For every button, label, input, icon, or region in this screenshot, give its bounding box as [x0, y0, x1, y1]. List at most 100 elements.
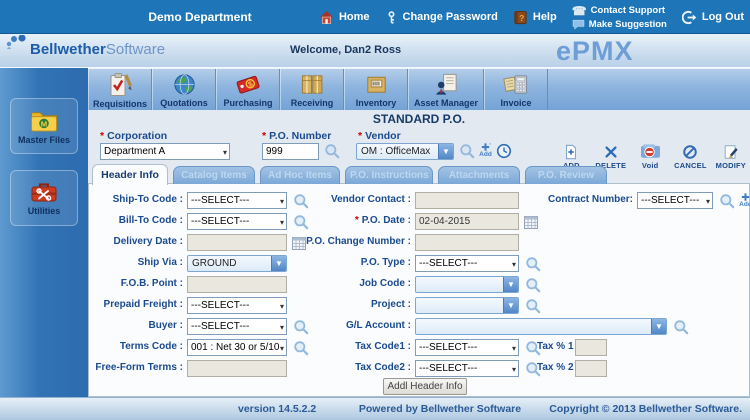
- job-code-lookup-magnifier-icon[interactable]: [525, 277, 541, 293]
- po-date-label: * P.O. Date :: [354, 215, 411, 226]
- gl-account-combo[interactable]: ▼: [415, 318, 667, 335]
- vendor-contact-label: Vendor Contact :: [330, 194, 411, 205]
- terms-code-label: Terms Code :: [119, 341, 183, 352]
- tab-attachments[interactable]: Attachments: [438, 166, 520, 184]
- support-suggestion-stack: ☎ Contact Support Make Suggestion: [572, 5, 667, 30]
- required-asterisk: *: [262, 130, 267, 142]
- change-password-button[interactable]: Change Password: [385, 10, 498, 25]
- tax-percent1-field: [575, 339, 607, 356]
- contract-number-select[interactable]: ---SELECT--- ▾: [637, 192, 713, 209]
- home-button[interactable]: Home: [319, 10, 370, 25]
- delete-x-icon: [603, 144, 619, 160]
- fob-point-label: F.O.B. Point :: [120, 278, 183, 289]
- gl-account-lookup-magnifier-icon[interactable]: [673, 319, 689, 335]
- job-code-combo[interactable]: ▼: [415, 276, 519, 293]
- contact-support-button[interactable]: ☎ Contact Support: [572, 5, 667, 17]
- project-lookup-magnifier-icon[interactable]: [525, 298, 541, 314]
- buyer-select[interactable]: ---SELECT--- ▾: [187, 318, 287, 335]
- vendor-contact-field: [415, 192, 519, 209]
- tab-po-review[interactable]: P.O. Review: [525, 166, 607, 184]
- tax-code2-label: Tax Code2 :: [355, 362, 411, 373]
- delivery-date-field: [187, 234, 287, 251]
- void-icon: [640, 144, 660, 160]
- tax-code2-select[interactable]: ---SELECT--- ▾: [415, 360, 519, 377]
- top-nav: Home Change Password ? Help ☎ Contact Su…: [319, 0, 744, 34]
- toolbar-requisitions[interactable]: Requisitions: [88, 69, 152, 111]
- po-type-select[interactable]: ---SELECT--- ▾: [415, 255, 519, 272]
- vendor-label: * Vendor: [358, 130, 401, 142]
- select-arrow-icon: ▾: [279, 323, 284, 332]
- ship-to-code-select[interactable]: ---SELECT--- ▾: [187, 192, 287, 209]
- corporation-label: * Corporation: [100, 130, 168, 142]
- bill-to-code-select[interactable]: ---SELECT--- ▾: [187, 213, 287, 230]
- fob-point-field: [187, 276, 287, 293]
- tax-code1-select[interactable]: ---SELECT--- ▾: [415, 339, 519, 356]
- chevron-down-icon[interactable]: ▼: [651, 319, 666, 334]
- po-number-label: * P.O. Number: [262, 130, 332, 142]
- chevron-down-icon[interactable]: ▼: [271, 256, 286, 271]
- purchasing-label: Purchasing: [223, 98, 273, 108]
- receiving-label: Receiving: [290, 98, 334, 108]
- tax-percent2-field: [575, 360, 607, 377]
- purchasing-icon: $: [235, 72, 261, 97]
- toolbar-invoice[interactable]: Invoice: [484, 69, 548, 111]
- brand-light-text: Software: [105, 41, 166, 58]
- addl-header-info-button[interactable]: Addl Header Info: [383, 378, 467, 395]
- select-arrow-icon: ▾: [279, 218, 284, 227]
- sidebar-item-utilities[interactable]: Utilities: [10, 170, 78, 226]
- toolbar-receiving[interactable]: Receiving: [280, 69, 344, 111]
- chevron-down-icon[interactable]: ▼: [503, 298, 518, 313]
- project-combo[interactable]: ▼: [415, 297, 519, 314]
- po-date-calendar-icon[interactable]: [523, 214, 539, 230]
- select-arrow-icon: ▾: [511, 344, 516, 353]
- vendor-add-icon[interactable]: Add: [477, 142, 494, 158]
- prepaid-freight-select[interactable]: ---SELECT--- ▾: [187, 297, 287, 314]
- make-suggestion-label: Make Suggestion: [588, 18, 667, 30]
- chevron-down-icon[interactable]: ▼: [503, 277, 518, 292]
- select-arrow-icon: ▾: [511, 365, 516, 374]
- vendor-lookup-magnifier-icon[interactable]: [459, 143, 475, 159]
- cancel-button[interactable]: CANCEL: [674, 144, 706, 170]
- po-change-number-label: P.O. Change Number :: [306, 236, 411, 247]
- tab-ad-hoc-items[interactable]: Ad Hoc Items: [260, 166, 340, 184]
- change-password-label: Change Password: [402, 11, 498, 23]
- requisitions-icon: [107, 72, 133, 98]
- ship-via-combo[interactable]: GROUND ▼: [187, 255, 287, 272]
- po-number-lookup-magnifier-icon[interactable]: [324, 143, 340, 159]
- toolbar-quotations[interactable]: Quotations: [152, 69, 216, 111]
- vendor-combo[interactable]: OM : OfficeMax ▼: [356, 143, 454, 160]
- footer-bar: version 14.5.2.2 Powered by Bellwether S…: [0, 397, 750, 420]
- required-asterisk: *: [354, 215, 359, 226]
- vendor-history-clock-icon[interactable]: [496, 143, 512, 159]
- terms-code-select[interactable]: 001 : Net 30 or 5/10 ▾: [187, 339, 287, 356]
- make-suggestion-button[interactable]: Make Suggestion: [572, 19, 667, 30]
- toolbox-icon: [29, 180, 59, 204]
- po-change-number-field: [415, 234, 519, 251]
- po-type-lookup-magnifier-icon[interactable]: [525, 256, 541, 272]
- tab-catalog-items[interactable]: Catalog Items: [173, 166, 255, 184]
- help-button[interactable]: ? Help: [513, 10, 557, 25]
- contact-support-label: Contact Support: [590, 5, 666, 16]
- required-asterisk: *: [100, 130, 105, 142]
- select-arrow-icon: ▾: [279, 344, 284, 353]
- void-button[interactable]: Void: [635, 144, 665, 170]
- toolbar-purchasing[interactable]: $ Purchasing: [216, 69, 280, 111]
- select-arrow-icon: ▾: [705, 197, 710, 206]
- free-form-terms-field: [187, 360, 287, 377]
- gl-account-label: G/L Account :: [346, 320, 411, 331]
- chevron-down-icon[interactable]: ▼: [438, 144, 453, 159]
- modify-button[interactable]: MODIFY: [716, 144, 746, 170]
- home-icon: [319, 10, 334, 25]
- tab-po-instructions[interactable]: P.O. Instructions: [345, 166, 433, 184]
- po-number-input[interactable]: 999: [262, 143, 319, 160]
- svg-text:M: M: [41, 119, 47, 128]
- tab-header-info[interactable]: Header Info: [92, 164, 168, 185]
- contract-add-icon[interactable]: Add: [737, 192, 750, 208]
- invoice-label: Invoice: [500, 98, 532, 108]
- contract-lookup-magnifier-icon[interactable]: [719, 193, 735, 209]
- log-out-button[interactable]: Log Out: [681, 10, 744, 25]
- toolbar-asset-manager[interactable]: Asset Manager: [408, 69, 484, 111]
- toolbar-inventory[interactable]: Inventory: [344, 69, 408, 111]
- sidebar-item-master-files[interactable]: M Master Files: [10, 98, 78, 154]
- corporation-select[interactable]: Department A ▾: [100, 143, 230, 160]
